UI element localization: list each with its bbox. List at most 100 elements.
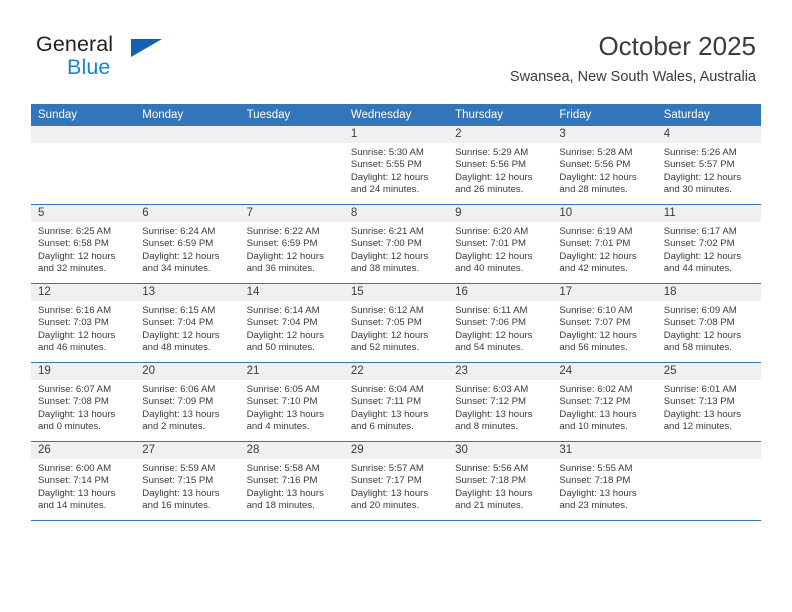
- brand-logo[interactable]: General Blue: [36, 32, 276, 88]
- calendar-day-cell[interactable]: 7 Sunrise: 6:22 AM Sunset: 6:59 PM Daylight…: [239, 204, 344, 284]
- daylight-text-line1: Daylight: 13 hours: [142, 487, 220, 499]
- calendar-cell-inner: 10 Sunrise: 6:19 AM Sunset: 7:01 PM Dayligh…: [552, 205, 657, 283]
- calendar-day-cell[interactable]: 26 Sunrise: 6:00 AM Sunset: 7:14 PM Dayligh…: [31, 441, 136, 521]
- day-details: Sunrise: 5:56 AM Sunset: 7:18 PM Daylight:…: [448, 459, 552, 513]
- sunrise-text: Sunrise: 6:25 AM: [38, 226, 112, 237]
- calendar-day-cell[interactable]: 15 Sunrise: 6:12 AM Sunset: 7:05 PM Dayligh…: [343, 283, 449, 363]
- daylight-text-line2: and 52 minutes.: [350, 342, 420, 354]
- calendar-day-cell[interactable]: 28 Sunrise: 5:58 AM Sunset: 7:16 PM Dayligh…: [239, 441, 344, 521]
- daylight-text-line1: Daylight: 12 hours: [350, 329, 429, 341]
- daylight-text-line2: and 36 minutes.: [246, 263, 315, 275]
- calendar-day-cell[interactable]: 30 Sunrise: 5:56 AM Sunset: 7:18 PM Dayligh…: [448, 441, 553, 521]
- calendar-day-cell[interactable]: 22 Sunrise: 6:04 AM Sunset: 7:11 PM Dayligh…: [343, 362, 449, 442]
- calendar-day-cell[interactable]: 23 Sunrise: 6:03 AM Sunset: 7:12 PM Dayligh…: [448, 362, 553, 442]
- calendar-day-cell[interactable]: 24 Sunrise: 6:02 AM Sunset: 7:12 PM Dayligh…: [552, 362, 657, 442]
- day-number: 18: [656, 284, 761, 301]
- calendar-day-cell[interactable]: 25 Sunrise: 6:01 AM Sunset: 7:13 PM Dayligh…: [656, 362, 761, 442]
- calendar-cell-inner: 22 Sunrise: 6:04 AM Sunset: 7:11 PM Dayligh…: [343, 363, 449, 441]
- day-number: 23: [448, 363, 553, 380]
- calendar-day-cell[interactable]: 2 Sunrise: 5:29 AM Sunset: 5:56 PM Daylight…: [448, 126, 553, 205]
- calendar-cell-inner: 13 Sunrise: 6:15 AM Sunset: 7:04 PM Dayligh…: [135, 284, 240, 362]
- weekday-header-saturday: Saturday: [656, 104, 761, 126]
- sunrise-text: Sunrise: 5:30 AM: [350, 147, 424, 158]
- weekday-header-friday: Friday: [552, 104, 657, 126]
- calendar-day-cell[interactable]: 20 Sunrise: 6:06 AM Sunset: 7:09 PM Dayligh…: [135, 362, 240, 442]
- calendar-day-cell[interactable]: 31 Sunrise: 5:55 AM Sunset: 7:18 PM Dayligh…: [552, 441, 657, 521]
- calendar-week-row: 26 Sunrise: 6:00 AM Sunset: 7:14 PM Dayligh…: [31, 441, 761, 521]
- calendar-day-cell[interactable]: 29 Sunrise: 5:57 AM Sunset: 7:17 PM Dayligh…: [343, 441, 449, 521]
- calendar-day-cell[interactable]: 3 Sunrise: 5:28 AM Sunset: 5:56 PM Daylight…: [552, 126, 657, 205]
- calendar-day-cell[interactable]: 5 Sunrise: 6:25 AM Sunset: 6:58 PM Daylight…: [31, 204, 136, 284]
- day-details: Sunrise: 6:12 AM Sunset: 7:05 PM Daylight:…: [344, 301, 448, 355]
- day-details: Sunrise: 6:20 AM Sunset: 7:01 PM Daylight:…: [448, 222, 552, 276]
- calendar-cell-inner: [31, 126, 136, 204]
- calendar-cell-inner: 3 Sunrise: 5:28 AM Sunset: 5:56 PM Daylight…: [552, 126, 657, 204]
- calendar-day-cell[interactable]: 12 Sunrise: 6:16 AM Sunset: 7:03 PM Dayligh…: [31, 283, 136, 363]
- day-details: Sunrise: 6:06 AM Sunset: 7:09 PM Daylight:…: [135, 380, 239, 434]
- day-number: [656, 442, 761, 459]
- calendar-day-cell[interactable]: 6 Sunrise: 6:24 AM Sunset: 6:59 PM Daylight…: [135, 204, 240, 284]
- day-number: 15: [343, 284, 449, 301]
- calendar-cell-empty: [135, 126, 240, 205]
- daylight-text-line1: Daylight: 12 hours: [350, 250, 429, 262]
- calendar-day-cell[interactable]: 4 Sunrise: 5:26 AM Sunset: 5:57 PM Daylight…: [656, 126, 761, 205]
- daylight-text-line2: and 12 minutes.: [663, 421, 732, 433]
- day-details: Sunrise: 6:21 AM Sunset: 7:00 PM Daylight:…: [344, 222, 448, 276]
- day-details: Sunrise: 6:25 AM Sunset: 6:58 PM Daylight:…: [31, 222, 135, 276]
- calendar-week-row: 1 Sunrise: 5:30 AM Sunset: 5:55 PM Daylight…: [31, 126, 761, 205]
- day-number: 22: [343, 363, 449, 380]
- sunrise-text: Sunrise: 6:03 AM: [455, 384, 529, 395]
- day-details: Sunrise: 5:58 AM Sunset: 7:16 PM Daylight:…: [240, 459, 344, 513]
- calendar-day-cell[interactable]: 18 Sunrise: 6:09 AM Sunset: 7:08 PM Dayligh…: [656, 283, 761, 363]
- calendar-day-cell[interactable]: 10 Sunrise: 6:19 AM Sunset: 7:01 PM Dayligh…: [552, 204, 657, 284]
- daylight-text-line2: and 6 minutes.: [350, 421, 414, 433]
- sunrise-text: Sunrise: 6:04 AM: [350, 384, 424, 395]
- calendar-cell-inner: 8 Sunrise: 6:21 AM Sunset: 7:00 PM Daylight…: [343, 205, 449, 283]
- daylight-text-line1: Daylight: 12 hours: [246, 329, 324, 341]
- page-subtitle: Swansea, New South Wales, Australia: [509, 69, 756, 85]
- calendar-cell-inner: 31 Sunrise: 5:55 AM Sunset: 7:18 PM Dayligh…: [552, 442, 657, 520]
- calendar-cell-empty: [31, 126, 136, 205]
- daylight-text-line2: and 14 minutes.: [38, 500, 107, 512]
- sunset-text: Sunset: 7:14 PM: [38, 475, 109, 487]
- calendar-cell-inner: 30 Sunrise: 5:56 AM Sunset: 7:18 PM Dayligh…: [448, 442, 553, 520]
- calendar-day-cell[interactable]: 27 Sunrise: 5:59 AM Sunset: 7:15 PM Dayligh…: [135, 441, 240, 521]
- daylight-text-line1: Daylight: 13 hours: [246, 487, 324, 499]
- day-number: 17: [552, 284, 657, 301]
- daylight-text-line2: and 48 minutes.: [142, 342, 211, 354]
- calendar-grid: Sunday Monday Tuesday Wednesday Thursday Frid…: [31, 104, 761, 521]
- brand-name-blue: Blue: [67, 55, 111, 79]
- calendar-day-cell[interactable]: 14 Sunrise: 6:14 AM Sunset: 7:04 PM Dayligh…: [239, 283, 344, 363]
- day-details: Sunrise: 5:57 AM Sunset: 7:17 PM Daylight:…: [344, 459, 448, 513]
- sunrise-text: Sunrise: 5:58 AM: [246, 463, 320, 474]
- calendar-day-cell[interactable]: 17 Sunrise: 6:10 AM Sunset: 7:07 PM Dayligh…: [552, 283, 657, 363]
- sunrise-text: Sunrise: 5:26 AM: [663, 147, 737, 158]
- weekday-header-thursday: Thursday: [448, 104, 553, 126]
- calendar-cell-empty: [239, 126, 344, 205]
- daylight-text-line1: Daylight: 12 hours: [663, 171, 742, 183]
- calendar-page: General Blue October 2025 Swansea, New S…: [0, 0, 792, 612]
- sunset-text: Sunset: 7:08 PM: [38, 396, 109, 408]
- sunset-text: Sunset: 7:09 PM: [142, 396, 214, 408]
- calendar-day-cell[interactable]: 16 Sunrise: 6:11 AM Sunset: 7:06 PM Dayligh…: [448, 283, 553, 363]
- calendar-day-cell[interactable]: 1 Sunrise: 5:30 AM Sunset: 5:55 PM Daylight…: [343, 126, 449, 205]
- calendar-day-cell[interactable]: 21 Sunrise: 6:05 AM Sunset: 7:10 PM Dayligh…: [239, 362, 344, 442]
- day-number: 25: [656, 363, 761, 380]
- calendar-cell-empty: [656, 441, 761, 521]
- daylight-text-line1: Daylight: 12 hours: [142, 250, 220, 262]
- calendar-day-cell[interactable]: 9 Sunrise: 6:20 AM Sunset: 7:01 PM Daylight…: [448, 204, 553, 284]
- sunset-text: Sunset: 7:03 PM: [38, 317, 109, 329]
- calendar-day-cell[interactable]: 8 Sunrise: 6:21 AM Sunset: 7:00 PM Daylight…: [343, 204, 449, 284]
- day-number: 27: [135, 442, 240, 459]
- sunset-text: Sunset: 7:04 PM: [142, 317, 214, 329]
- daylight-text-line1: Daylight: 12 hours: [246, 250, 324, 262]
- calendar-day-cell[interactable]: 13 Sunrise: 6:15 AM Sunset: 7:04 PM Dayligh…: [135, 283, 240, 363]
- calendar-cell-inner: 11 Sunrise: 6:17 AM Sunset: 7:02 PM Dayligh…: [656, 205, 761, 283]
- calendar-day-cell[interactable]: 19 Sunrise: 6:07 AM Sunset: 7:08 PM Dayligh…: [31, 362, 136, 442]
- day-details: Sunrise: 6:17 AM Sunset: 7:02 PM Daylight:…: [657, 222, 761, 276]
- calendar-day-cell[interactable]: 11 Sunrise: 6:17 AM Sunset: 7:02 PM Dayligh…: [656, 204, 761, 284]
- calendar-cell-inner: [239, 126, 344, 204]
- daylight-text-line2: and 23 minutes.: [559, 500, 628, 512]
- sunrise-text: Sunrise: 5:57 AM: [350, 463, 424, 474]
- calendar-cell-inner: 29 Sunrise: 5:57 AM Sunset: 7:17 PM Dayligh…: [343, 442, 449, 520]
